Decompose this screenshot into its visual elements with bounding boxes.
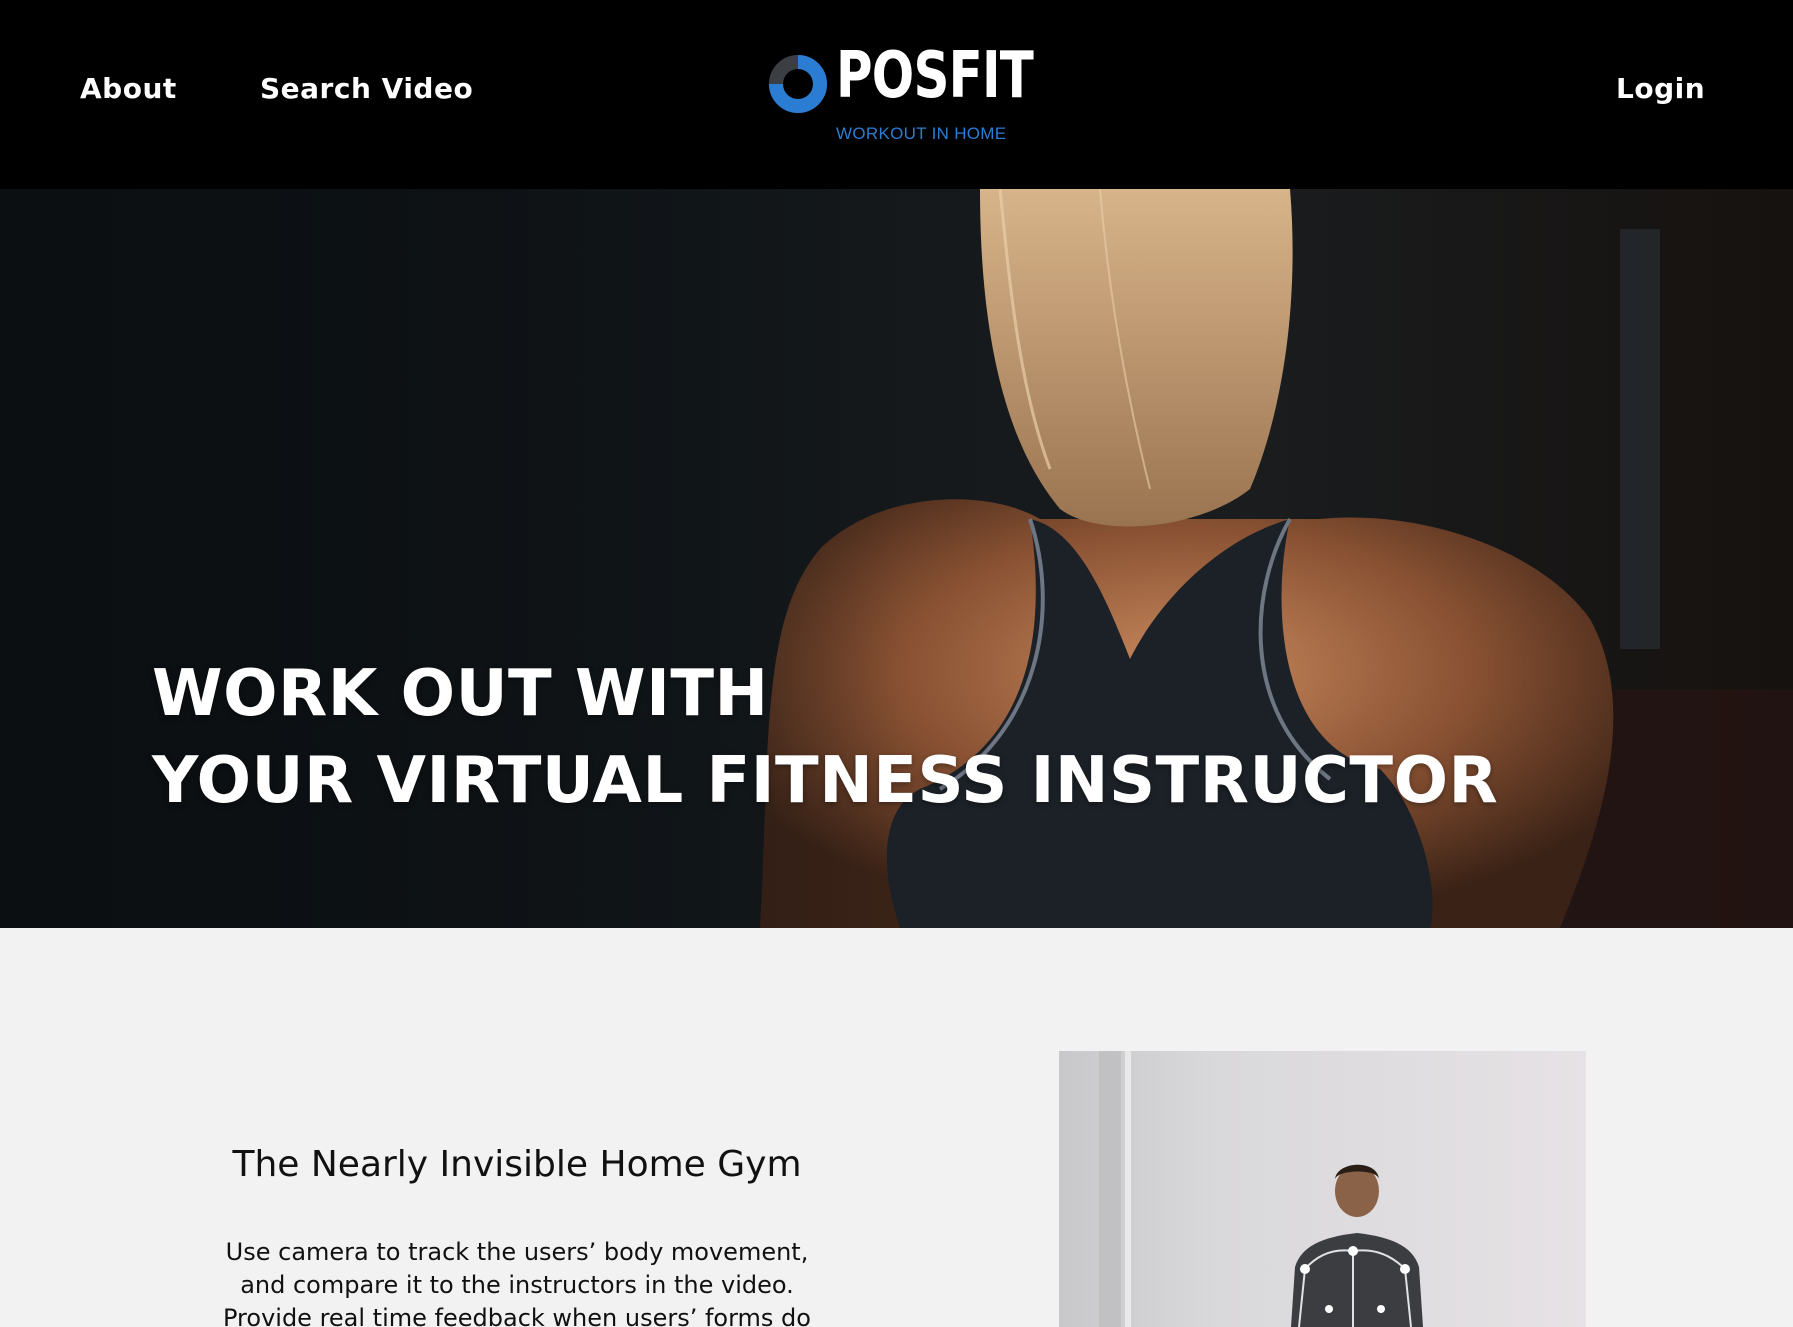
- site-header: About Search Video POSFIT WORKOUT IN HOM…: [0, 0, 1793, 189]
- feature-section: The Nearly Invisible Home Gym Use camera…: [0, 928, 1793, 1327]
- logo-tagline: WORKOUT IN HOME: [836, 124, 1007, 143]
- feature-heading: The Nearly Invisible Home Gym: [232, 1144, 802, 1185]
- feature-line-2: and compare it to the instructors in the…: [240, 1271, 794, 1299]
- posfit-logo[interactable]: POSFIT WORKOUT IN HOME: [768, 44, 1034, 150]
- nav-search-video-link[interactable]: Search Video: [260, 72, 473, 105]
- hero-line-1: WORK OUT WITH: [152, 657, 769, 731]
- hero-line-2: YOUR VIRTUAL FITNESS INSTRUCTOR: [152, 744, 1499, 818]
- hero-headline: WORK OUT WITH YOUR VIRTUAL FITNESS INSTR…: [152, 651, 1498, 825]
- pose-tracking-photo: [1059, 1051, 1586, 1327]
- hero-banner: WORK OUT WITH YOUR VIRTUAL FITNESS INSTR…: [0, 189, 1793, 928]
- feature-description: Use camera to track the users’ body move…: [200, 1236, 834, 1327]
- logo-ring-icon: [769, 55, 828, 113]
- feature-line-3: Provide real time feedback when users’ f…: [223, 1304, 811, 1327]
- nav-about-link[interactable]: About: [80, 72, 177, 105]
- feature-line-1: Use camera to track the users’ body move…: [225, 1238, 809, 1266]
- logo-wordmark: POSFIT: [836, 39, 1034, 113]
- nav-login-link[interactable]: Login: [1616, 72, 1705, 105]
